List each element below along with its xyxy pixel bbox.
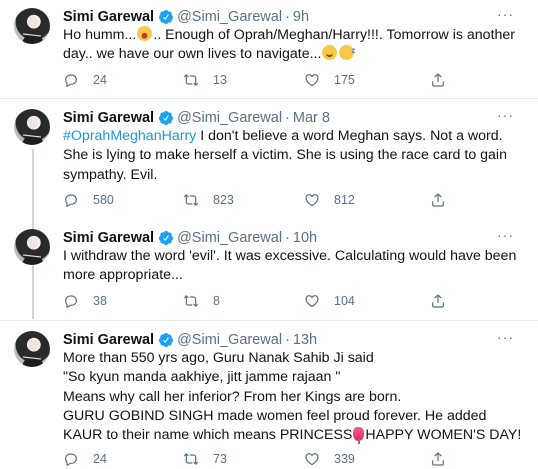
retweet-count: 823 xyxy=(213,193,234,207)
avatar-image-icon xyxy=(22,237,44,265)
share-icon xyxy=(432,193,444,207)
reply-icon xyxy=(65,295,77,309)
divider xyxy=(0,98,538,99)
like-count: 812 xyxy=(334,193,355,207)
retweet-button[interactable]: 13 xyxy=(183,71,227,89)
user-handle[interactable]: @Simi_Garewal xyxy=(177,332,282,348)
more-options-icon[interactable]: ··· xyxy=(497,329,514,345)
tweet-header: Simi Garewal @Simi_Garewal · 13h xyxy=(63,331,528,349)
retweet-count: 13 xyxy=(213,73,227,87)
share-icon xyxy=(432,294,444,308)
retweet-button[interactable]: 8 xyxy=(183,292,220,310)
display-name[interactable]: Simi Garewal xyxy=(63,9,154,25)
like-button[interactable]: 175 xyxy=(304,71,355,89)
more-options-icon[interactable]: ··· xyxy=(497,6,514,22)
user-handle[interactable]: @Simi_Garewal xyxy=(177,110,282,126)
verified-badge-icon xyxy=(159,10,174,24)
more-options-icon[interactable]: ··· xyxy=(497,227,514,243)
tweet-actions: 24 73 339 xyxy=(63,450,463,468)
tweet-header: Simi Garewal @Simi_Garewal · Mar 8 xyxy=(63,109,528,127)
share-button[interactable] xyxy=(430,191,460,209)
separator-dot: · xyxy=(285,332,290,348)
reply-button[interactable]: 580 xyxy=(63,191,114,209)
share-icon xyxy=(432,73,444,87)
reply-icon xyxy=(65,453,77,467)
tweet-text: More than 550 yrs ago, Guru Nanak Sahib … xyxy=(63,349,528,445)
retweet-icon xyxy=(183,74,199,86)
share-button[interactable] xyxy=(430,71,460,89)
divider xyxy=(0,320,538,321)
reply-count: 24 xyxy=(93,452,107,466)
tweet-text: Ho humm..... Enough of Oprah/Meghan/Harr… xyxy=(63,26,528,65)
timestamp[interactable]: Mar 8 xyxy=(293,110,330,126)
verified-badge-icon xyxy=(159,111,174,125)
avatar[interactable] xyxy=(14,331,50,367)
avatar-image-icon xyxy=(22,339,44,367)
display-name[interactable]: Simi Garewal xyxy=(63,230,154,246)
tweet-actions: 24 13 175 xyxy=(63,71,463,89)
tweet-header: Simi Garewal @Simi_Garewal · 10h xyxy=(63,229,528,247)
tweet-text-part: Ho humm... xyxy=(63,27,137,43)
retweet-button[interactable]: 73 xyxy=(183,450,227,468)
like-count: 175 xyxy=(334,73,355,87)
yawning-face-icon xyxy=(137,26,153,41)
timestamp[interactable]: 10h xyxy=(293,230,317,246)
reply-icon xyxy=(65,194,77,208)
smiling-face-icon xyxy=(322,45,338,61)
reply-button[interactable]: 24 xyxy=(63,450,107,468)
avatar[interactable] xyxy=(14,229,50,265)
user-handle[interactable]: @Simi_Garewal xyxy=(177,230,282,246)
avatar-image-icon xyxy=(22,117,44,145)
share-button[interactable] xyxy=(430,292,460,310)
avatar-image-icon xyxy=(22,16,44,44)
share-button[interactable] xyxy=(430,450,460,468)
tweet-text: I withdraw the word 'evil'. It was exces… xyxy=(63,248,521,284)
user-handle[interactable]: @Simi_Garewal xyxy=(177,9,282,25)
tweet-header: Simi Garewal @Simi_Garewal · 9h xyxy=(63,8,528,26)
sleepy-face-icon xyxy=(339,41,355,61)
tweet-actions: 38 8 104 xyxy=(63,292,463,310)
retweet-count: 73 xyxy=(213,452,227,466)
avatar[interactable] xyxy=(14,8,50,44)
like-button[interactable]: 339 xyxy=(304,450,355,468)
display-name[interactable]: Simi Garewal xyxy=(63,110,154,126)
retweet-icon xyxy=(183,453,199,465)
separator-dot: · xyxy=(285,110,290,126)
retweet-icon xyxy=(183,194,199,206)
reply-count: 580 xyxy=(93,193,114,207)
retweet-icon xyxy=(183,295,199,307)
reply-icon xyxy=(65,74,77,88)
separator-dot: · xyxy=(285,230,290,246)
reply-count: 38 xyxy=(93,294,107,308)
heart-icon xyxy=(305,74,319,87)
retweet-count: 8 xyxy=(213,294,220,308)
more-options-icon[interactable]: ··· xyxy=(497,107,514,123)
hashtag-link[interactable]: #OprahMeghanHarry xyxy=(63,128,196,144)
retweet-button[interactable]: 823 xyxy=(183,191,234,209)
timestamp[interactable]: 9h xyxy=(293,9,309,25)
like-button[interactable]: 104 xyxy=(304,292,355,310)
separator-dot: · xyxy=(285,9,290,25)
display-name[interactable]: Simi Garewal xyxy=(63,332,154,348)
verified-badge-icon xyxy=(159,231,174,245)
tweet-actions: 580 823 812 xyxy=(63,191,463,209)
reply-button[interactable]: 24 xyxy=(63,71,107,89)
like-button[interactable]: 812 xyxy=(304,191,355,209)
heart-icon xyxy=(305,295,319,308)
like-count: 104 xyxy=(334,294,355,308)
tweet-text-part: HAPPY WOMEN'S DAY! xyxy=(365,427,522,444)
share-icon xyxy=(432,452,444,466)
avatar[interactable] xyxy=(14,109,50,145)
timeline-feed: Simi Garewal @Simi_Garewal · 9h ··· Ho h… xyxy=(0,0,538,469)
reply-count: 24 xyxy=(93,73,107,87)
heart-icon xyxy=(305,453,319,466)
verified-badge-icon xyxy=(159,333,174,347)
reply-button[interactable]: 38 xyxy=(63,292,107,310)
like-count: 339 xyxy=(334,452,355,466)
timestamp[interactable]: 13h xyxy=(293,332,317,348)
tulip-icon xyxy=(353,427,365,445)
heart-icon xyxy=(305,194,319,207)
tweet-text: #OprahMeghanHarry I don't believe a word… xyxy=(63,127,528,185)
